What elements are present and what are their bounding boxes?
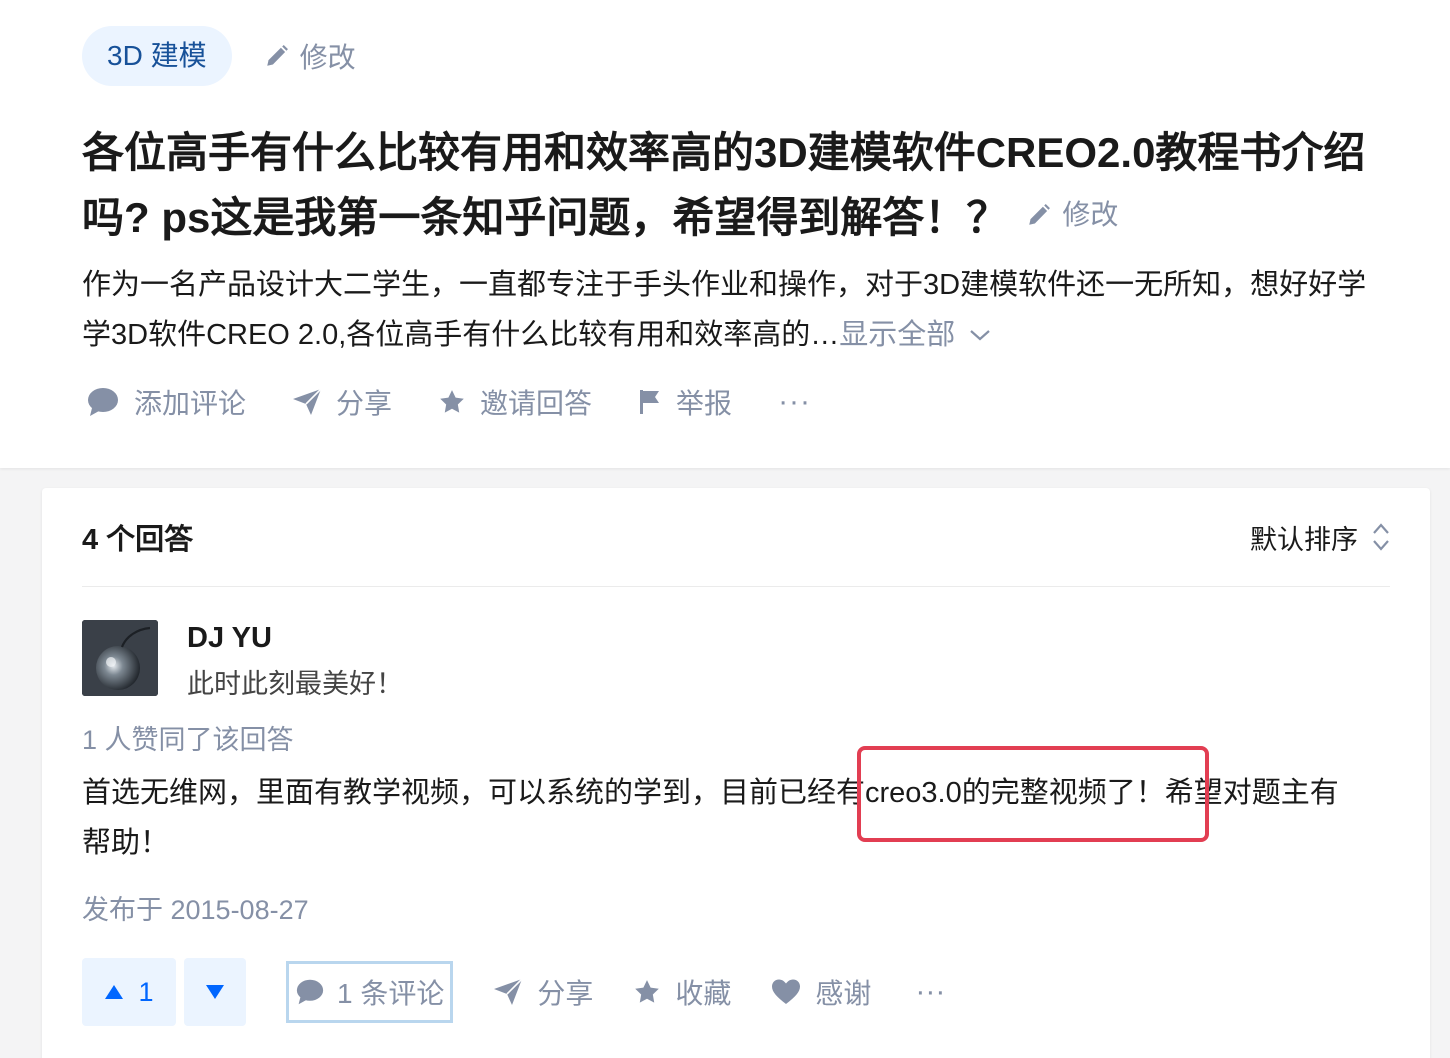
invite-answer-button[interactable]: 邀请回答 (438, 382, 592, 422)
comments-button[interactable]: 1 条评论 (286, 961, 454, 1023)
answer-share-button[interactable]: 分享 (493, 972, 593, 1012)
question-actions: 添加评论 分享 邀请回答 举报 ··· (86, 380, 811, 424)
question-detail-excerpt: 学3D软件CREO 2.0,各位高手有什么比较有用和效率高的… (82, 319, 840, 351)
star-icon (440, 390, 464, 413)
vote-info[interactable]: 1 人赞同了该回答 (82, 718, 294, 757)
publish-time[interactable]: 发布于 2015-08-27 (82, 888, 309, 927)
question-detail-line1: 作为一名产品设计大二学生，一直都专注于手头作业和操作，对于3D建模软件还一无所知… (82, 269, 1367, 301)
question-detail-line2: 学3D软件CREO 2.0,各位高手有什么比较有用和效率高的… 显示全部 (82, 310, 1422, 360)
avatar[interactable] (82, 620, 158, 696)
title-edit-label: 修改 (1062, 199, 1119, 230)
comments-label: 1 条评论 (337, 978, 445, 1009)
highlight-annotation (857, 746, 1209, 842)
question-detail: 作为一名产品设计大二学生，一直都专注于手头作业和操作，对于3D建模软件还一无所知… (82, 260, 1422, 360)
heart-icon (772, 979, 801, 1004)
pencil-icon (266, 44, 288, 66)
pencil-icon (1029, 203, 1051, 225)
downvote-button[interactable] (184, 958, 246, 1026)
show-all-label: 显示全部 (839, 319, 956, 351)
share-button[interactable]: 分享 (292, 382, 392, 422)
paper-plane-icon (494, 978, 523, 1005)
question-title-text: 各位高手有什么比较有用和效率高的3D建模软件CREO2.0教程书介绍吗? ps这… (82, 129, 1366, 241)
avatar-image (82, 620, 158, 696)
sort-chevrons-icon (1373, 523, 1389, 551)
report-label: 举报 (676, 388, 733, 419)
share-label: 分享 (336, 388, 393, 419)
author-name[interactable]: DJ YU (187, 620, 403, 656)
show-all-button[interactable]: 显示全部 (839, 310, 991, 360)
more-options-icon[interactable]: ··· (778, 387, 811, 417)
invite-answer-label: 邀请回答 (480, 388, 593, 419)
author-info: DJ YU 此时此刻最美好！ (187, 620, 403, 704)
topic-row: 3D 建模 修改 (82, 26, 356, 86)
author-bio: 此时此刻最美好！ (187, 669, 403, 699)
chevron-down-icon (970, 330, 991, 341)
sort-label: 默认排序 (1250, 524, 1358, 555)
answer-share-label: 分享 (537, 978, 594, 1009)
paper-plane-icon (293, 388, 322, 415)
add-comment-label: 添加评论 (134, 388, 247, 419)
answer-author: DJ YU 此时此刻最美好！ (82, 620, 403, 704)
triangle-down-icon (206, 985, 224, 999)
title-edit-button[interactable]: 修改 (1026, 184, 1118, 246)
thanks-label: 感谢 (815, 978, 872, 1009)
sort-selector[interactable]: 默认排序 (1250, 518, 1390, 557)
comment-bubble-icon (88, 388, 118, 416)
collect-button[interactable]: 收藏 (633, 972, 731, 1012)
flag-icon (640, 390, 660, 414)
add-comment-button[interactable]: 添加评论 (86, 382, 246, 422)
collect-label: 收藏 (675, 978, 732, 1009)
answers-card: 4 个回答 默认排序 DJ YU 此时此刻最美好！ 1 人赞同了该回答 首选无维… (42, 488, 1430, 1058)
topic-edit-button[interactable]: 修改 (264, 36, 356, 76)
answer-count: 4 个回答 (82, 524, 194, 556)
report-button[interactable]: 举报 (638, 382, 732, 422)
answer-more-icon[interactable]: ··· (915, 975, 945, 1009)
question-header: 3D 建模 修改 各位高手有什么比较有用和效率高的3D建模软件CREO2.0教程… (0, 0, 1450, 468)
topic-tag[interactable]: 3D 建模 (82, 26, 232, 86)
answers-header: 4 个回答 默认排序 (82, 488, 1390, 587)
topic-edit-label: 修改 (299, 42, 356, 73)
upvote-count: 1 (138, 976, 154, 1007)
comment-bubble-icon (296, 979, 324, 1005)
thanks-button[interactable]: 感谢 (771, 972, 871, 1012)
upvote-button[interactable]: 1 (82, 958, 176, 1026)
question-title: 各位高手有什么比较有用和效率高的3D建模软件CREO2.0教程书介绍吗? ps这… (82, 122, 1402, 249)
triangle-up-icon (105, 985, 124, 999)
answer-actions: 1 1 条评论 分享 收藏 感谢 ··· (82, 958, 945, 1026)
star-icon (635, 980, 660, 1003)
